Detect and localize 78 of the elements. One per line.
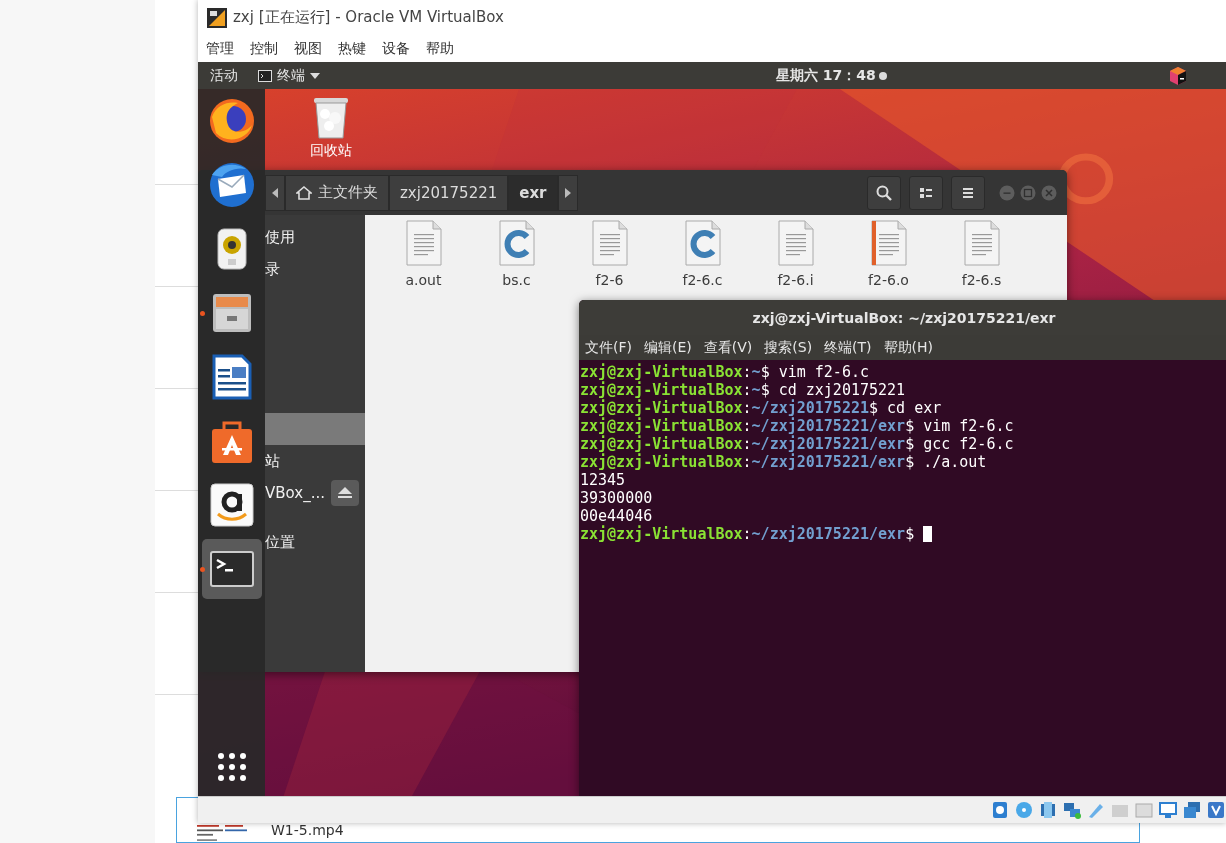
audio-icon[interactable] — [1038, 800, 1058, 820]
mail-icon[interactable] — [207, 161, 256, 209]
file-item[interactable]: a.out — [377, 220, 470, 288]
menu-item[interactable]: 终端(T) — [824, 338, 872, 357]
menu-item[interactable]: 文件(F) — [585, 338, 632, 357]
c-file-icon — [684, 220, 721, 266]
home-icon — [296, 185, 312, 200]
sidebar-item[interactable]: 位置 — [265, 526, 365, 558]
running-indicator — [200, 311, 205, 316]
file-item[interactable]: f2-6.c — [656, 220, 749, 288]
file-item[interactable]: f2-6.i — [749, 220, 842, 288]
path-button[interactable]: exr — [508, 174, 558, 211]
scroll-right-button[interactable] — [557, 174, 578, 211]
path-button[interactable]: 主文件夹 — [285, 174, 389, 211]
view-button[interactable] — [909, 175, 943, 210]
menu-item[interactable]: 管理 — [206, 39, 234, 58]
menu-item[interactable]: 搜索(S) — [764, 338, 813, 357]
terminal-line: zxj@zxj-VirtualBox:~$ vim f2-6.c — [580, 363, 869, 381]
browser-icon[interactable] — [207, 97, 256, 145]
apps-grid-icon[interactable] — [216, 752, 247, 782]
running-indicator — [200, 567, 205, 572]
sidebar-item[interactable]: 站 — [265, 445, 365, 477]
box-icon[interactable] — [1206, 800, 1226, 820]
window-icon[interactable] — [1182, 800, 1202, 820]
document-icon — [963, 220, 1000, 266]
file-item[interactable]: f2-6 — [563, 220, 656, 288]
app-menu[interactable]: 终端 — [258, 66, 320, 85]
eject-button[interactable] — [331, 480, 359, 506]
menu-item[interactable]: 帮助(H) — [883, 338, 934, 357]
eject-icon — [338, 487, 352, 499]
scroll-left-button[interactable] — [265, 174, 285, 211]
terminal-line: zxj@zxj-VirtualBox:~/zxj20175221/exr$ — [580, 525, 933, 543]
caret-icon — [310, 72, 320, 79]
document-icon — [777, 220, 814, 266]
menu-item[interactable]: 帮助 — [426, 39, 454, 58]
notification-dot-icon — [878, 71, 887, 80]
clock[interactable]: 星期六 17：48 — [776, 66, 876, 85]
menu-item[interactable]: 查看(V) — [703, 338, 753, 357]
file-item[interactable]: f2-6.o — [842, 220, 935, 288]
terminal-icon — [258, 69, 272, 82]
activities-button[interactable]: 活动 — [210, 66, 238, 85]
shop-icon[interactable] — [207, 481, 256, 529]
app-logo-icon — [207, 7, 227, 28]
left-arrow-icon — [272, 187, 278, 198]
search-icon — [876, 184, 892, 201]
terminal-line: zxj@zxj-VirtualBox:~$ cd zxj20175221 — [580, 381, 906, 399]
terminal-line: zxj@zxj-VirtualBox:~/zxj20175221/exr$ ./a.out — [580, 453, 987, 471]
document-icon — [405, 220, 442, 266]
menu-item[interactable]: 编辑(E) — [644, 338, 692, 357]
cube-icon[interactable] — [1168, 66, 1188, 86]
right-arrow-icon — [564, 187, 571, 198]
file-item[interactable]: f2-6.s — [935, 220, 1028, 288]
menu-item[interactable]: 热键 — [338, 39, 366, 58]
window-title: zxj [正在运行] - Oracle VM VirtualBox — [233, 8, 504, 27]
menu-item[interactable]: 设备 — [382, 39, 410, 58]
terminal-line: zxj@zxj-VirtualBox:~/zxj20175221/exr$ gcc f2-6.c — [580, 435, 1014, 453]
menu-item[interactable]: 视图 — [294, 39, 322, 58]
terminal-line: 00e44046 — [580, 507, 653, 525]
terminal-line: zxj@zxj-VirtualBox:~/zxj20175221/exr$ vim f2-6.c — [580, 417, 1014, 435]
terminal-line: 39300000 — [580, 489, 653, 507]
file-item[interactable]: bs.c — [470, 220, 563, 288]
terminal-line: 12345 — [580, 471, 626, 489]
path-button[interactable]: zxj20175221 — [389, 174, 509, 211]
file-name[interactable]: W1-5.mp4 — [271, 822, 344, 838]
terminal-line: zxj@zxj-VirtualBox:~/zxj20175221$ cd exr — [580, 399, 942, 417]
window-title: zxj@zxj-VirtualBox: ~/zxj20175221/exr — [752, 309, 1056, 326]
document-icon — [870, 220, 907, 266]
sidebar-item[interactable]: 录 — [265, 253, 365, 285]
sidebar-item[interactable]: VBox_... — [265, 477, 365, 509]
search-button[interactable] — [867, 175, 901, 210]
network-icon[interactable] — [1062, 800, 1082, 820]
menu-item[interactable]: 控制 — [250, 39, 278, 58]
menu-button[interactable] — [951, 175, 985, 210]
icon-label: 回收站 — [310, 142, 352, 160]
document-icon — [591, 220, 628, 266]
c-file-icon — [498, 220, 535, 266]
display-icon[interactable] — [1158, 800, 1178, 820]
sidebar-item[interactable]: 使用 — [265, 221, 365, 253]
